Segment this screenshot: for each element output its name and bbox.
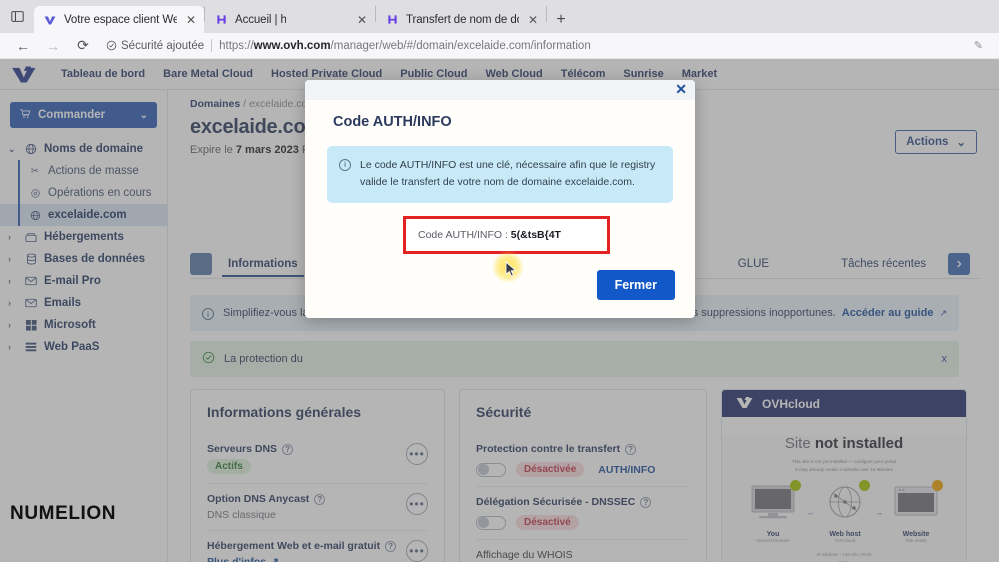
- address-bar[interactable]: Sécurité ajoutée https://www.ovh.com/man…: [98, 36, 991, 56]
- reload-icon[interactable]: ⟳: [68, 34, 98, 58]
- auth-code-value: 5(&tsB{4T: [510, 229, 561, 241]
- forward-arrow-icon[interactable]: →: [38, 34, 68, 58]
- new-tab-button[interactable]: +: [547, 6, 575, 33]
- browser-tab-1[interactable]: Accueil | hPanel ✕: [205, 6, 375, 33]
- close-icon[interactable]: ✕: [528, 14, 538, 26]
- browser-tab-0[interactable]: Votre espace client Web OVHclo ✕: [34, 6, 204, 33]
- watermark: NUMELION: [10, 503, 117, 524]
- hostinger-icon: [386, 13, 399, 26]
- security-status: Sécurité ajoutée: [106, 40, 204, 52]
- pen-icon[interactable]: ✎: [974, 39, 983, 52]
- auth-code-label: Code AUTH/INFO :: [418, 229, 511, 241]
- auth-code-text[interactable]: Code AUTH/INFO : 5(&tsB{4T: [406, 229, 561, 241]
- tab-list-icon[interactable]: [0, 0, 34, 33]
- modal-info-text: Le code AUTH/INFO est une clé, nécessair…: [360, 159, 656, 189]
- close-icon[interactable]: ✕: [186, 14, 196, 26]
- shield-check-icon: [106, 40, 117, 51]
- browser-tab-label: Transfert de nom de domaine | T: [406, 13, 519, 26]
- mouse-cursor: [492, 251, 524, 283]
- browser-nav-bar: ← → ⟳ Sécurité ajoutée https://www.ovh.c…: [0, 33, 999, 59]
- security-label: Sécurité ajoutée: [121, 39, 205, 52]
- url-text: https://www.ovh.com/manager/web/#/domain…: [219, 39, 591, 52]
- browser-tab-2[interactable]: Transfert de nom de domaine | T ✕: [376, 6, 546, 33]
- screen: Votre espace client Web OVHclo ✕ Accueil…: [0, 0, 999, 562]
- browser-tab-label: Accueil | hPanel: [235, 13, 286, 26]
- close-icon[interactable]: ✕: [357, 14, 367, 26]
- ovh-icon: [44, 13, 57, 26]
- hostinger-icon: [215, 13, 228, 26]
- close-modal-button[interactable]: Fermer: [596, 270, 675, 300]
- info-icon: i: [339, 159, 351, 171]
- modal-header: ✕: [305, 80, 695, 100]
- divider: [211, 39, 213, 52]
- close-icon[interactable]: ✕: [675, 82, 687, 96]
- auth-code-highlight: Code AUTH/INFO : 5(&tsB{4T: [403, 216, 610, 254]
- browser-tab-bar: Votre espace client Web OVHclo ✕ Accueil…: [0, 0, 999, 33]
- back-arrow-icon[interactable]: ←: [8, 34, 38, 58]
- modal-title: Code AUTH/INFO: [333, 114, 452, 130]
- cursor-arrow-icon: [505, 261, 517, 277]
- modal-info-box: i Le code AUTH/INFO est une clé, nécessa…: [327, 146, 673, 203]
- browser-tab-label: Votre espace client Web OVHclo: [64, 13, 177, 26]
